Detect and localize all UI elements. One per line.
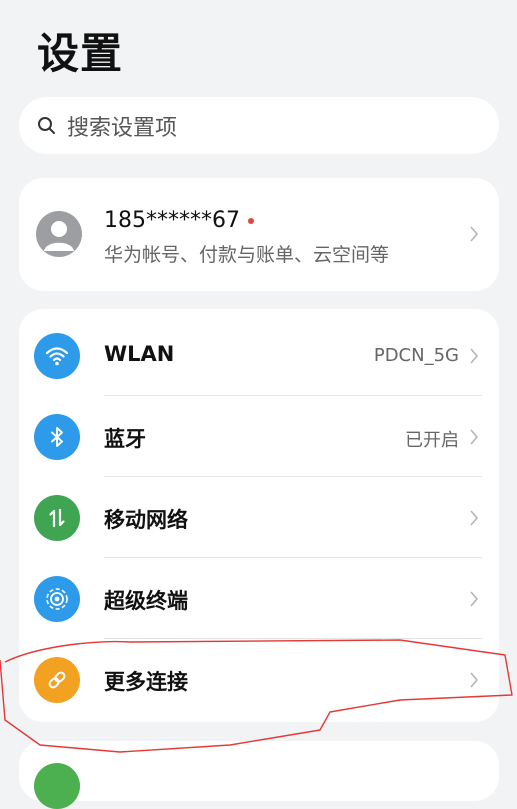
setting-label: 更多连接 — [104, 670, 188, 694]
setting-label: 蓝牙 — [104, 427, 146, 451]
setting-label: WLAN — [104, 342, 175, 366]
notification-dot — [248, 218, 254, 224]
chevron-right-icon — [470, 348, 479, 364]
wifi-icon — [34, 333, 80, 379]
setting-row-wlan[interactable]: WLAN PDCN_5G — [19, 315, 499, 396]
page-title: 设置 — [37, 29, 124, 78]
setting-label: 移动网络 — [104, 508, 188, 532]
search-icon — [38, 116, 55, 134]
setting-value: PDCN_5G — [373, 345, 459, 366]
setting-label: 超级终端 — [104, 589, 188, 613]
setting-icon — [34, 763, 80, 809]
setting-row-more-connections[interactable]: 更多连接 — [19, 639, 499, 720]
avatar-icon — [36, 211, 82, 257]
chevron-right-icon — [470, 591, 479, 607]
chevron-right-icon — [470, 226, 479, 242]
connections-card: WLAN PDCN_5G 蓝牙 已开启 移动网络 超级终端 更多连接 — [19, 309, 499, 722]
search-placeholder: 搜索设置项 — [67, 115, 178, 141]
super-device-icon — [34, 576, 80, 622]
account-name: 185******67 — [104, 208, 240, 233]
account-card[interactable]: 185******67 华为帐号、付款与账单、云空间等 — [19, 178, 499, 291]
mobile-data-icon — [34, 495, 80, 541]
search-input[interactable]: 搜索设置项 — [19, 97, 499, 154]
account-subtitle: 华为帐号、付款与账单、云空间等 — [104, 244, 390, 266]
setting-row-mobile-network[interactable]: 移动网络 — [19, 477, 499, 558]
link-icon — [34, 657, 80, 703]
setting-value: 已开启 — [405, 430, 459, 451]
chevron-right-icon — [470, 429, 479, 445]
next-settings-card — [19, 741, 499, 809]
bluetooth-icon — [34, 414, 80, 460]
setting-row-bluetooth[interactable]: 蓝牙 已开启 — [19, 396, 499, 477]
chevron-right-icon — [470, 510, 479, 526]
setting-row-super-device[interactable]: 超级终端 — [19, 558, 499, 639]
chevron-right-icon — [470, 672, 479, 688]
